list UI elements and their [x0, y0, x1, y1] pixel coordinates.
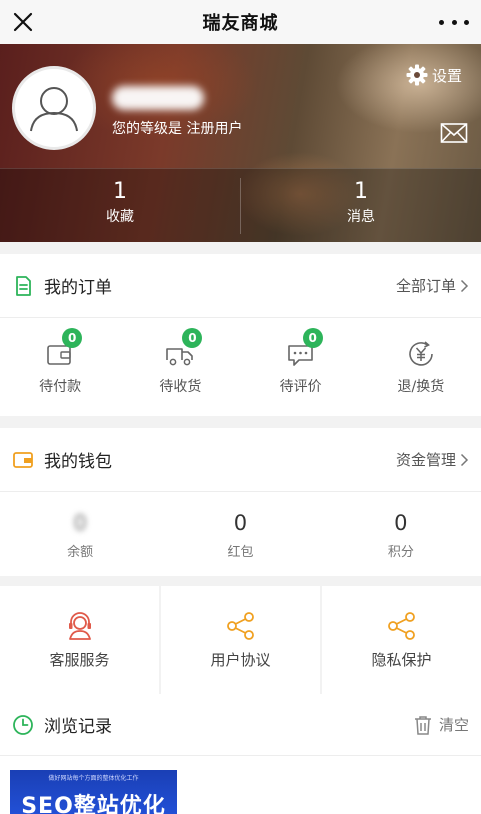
pending-review-label: 待评价 [279, 379, 322, 395]
wallet-title: 我的钱包 [44, 452, 112, 472]
red-packet-stat[interactable]: 0 红包 [160, 492, 320, 576]
more-menu-icon[interactable] [439, 10, 469, 34]
wallet-stats-row: 0 余额 0 红包 0 积分 [0, 492, 481, 576]
avatar[interactable] [12, 66, 96, 150]
refund-exchange-label: 退/换货 [397, 379, 445, 395]
customer-service-icon [68, 611, 91, 640]
trash-icon [414, 715, 431, 735]
points-stat[interactable]: 0 积分 [321, 492, 481, 576]
favorites-label: 收藏 [106, 209, 134, 225]
order-pending-review[interactable]: 0 待评价 [241, 318, 361, 416]
favorites-count: 1 [113, 179, 127, 204]
favorites-stat[interactable]: 1 收藏 [0, 178, 240, 228]
chevron-right-icon [460, 279, 469, 292]
red-packet-value: 0 [233, 510, 248, 535]
pending-receipt-label: 待收货 [159, 379, 202, 395]
thumbnail-caption: 做好网站每个方面的整体优化工作 [48, 775, 139, 782]
history-item-thumbnail[interactable]: 做好网站每个方面的整体优化工作 SEO整站优化 [10, 770, 177, 814]
close-icon[interactable] [8, 7, 38, 37]
top-bar: 瑞友商城 [0, 0, 481, 44]
services-card: 客服服务 用户协议 隐私保护 [0, 586, 481, 694]
balance-stat[interactable]: 0 余额 [0, 492, 160, 576]
services-row: 客服服务 用户协议 隐私保护 [0, 586, 481, 694]
orders-header: 我的订单 全部订单 [0, 254, 481, 318]
balance-value: 0 [73, 510, 87, 535]
all-orders-label: 全部订单 [395, 277, 456, 295]
share-icon [226, 611, 254, 640]
pending-payment-label: 待付款 [39, 379, 82, 395]
wallet-header: 我的钱包 资金管理 [0, 428, 481, 492]
chevron-right-icon [460, 453, 469, 466]
order-pending-payment[interactable]: 0 待付款 [0, 318, 120, 416]
user-level: 您的等级是 注册用户 [112, 121, 243, 137]
order-pending-receipt[interactable]: 0 待收货 [120, 318, 240, 416]
profile-header: 您的等级是 注册用户 设置 1 收藏 1 消息 [0, 44, 481, 242]
user-agreement-label: 用户协议 [210, 650, 271, 669]
messages-label: 消息 [347, 209, 375, 225]
clear-history-label: 清空 [438, 716, 469, 734]
clock-icon [13, 714, 33, 735]
orders-title: 我的订单 [44, 278, 112, 298]
order-list-icon [16, 275, 31, 296]
privacy-protection-button[interactable]: 隐私保护 [322, 586, 481, 694]
order-refund-exchange[interactable]: 退/换货 [361, 318, 481, 416]
points-label: 积分 [387, 544, 414, 560]
pending-receipt-badge: 0 [182, 328, 203, 348]
wallet-icon [13, 451, 33, 468]
customer-service-button[interactable]: 客服服务 [0, 586, 161, 694]
pending-payment-badge: 0 [62, 328, 83, 348]
fund-management-link[interactable]: 资金管理 [396, 449, 469, 470]
page-title: 瑞友商城 [202, 13, 279, 34]
settings-label: 设置 [432, 66, 463, 85]
privacy-protection-label: 隐私保护 [371, 650, 432, 669]
mail-icon[interactable] [440, 122, 468, 144]
messages-stat[interactable]: 1 消息 [241, 178, 481, 228]
order-status-row: 0 待付款 0 待收货 0 待评价 退/换货 [0, 318, 481, 416]
fund-management-label: 资金管理 [395, 451, 456, 469]
user-icon [30, 87, 78, 132]
settings-button[interactable]: 设置 [406, 64, 462, 86]
history-header: 浏览记录 清空 [0, 694, 481, 756]
thumbnail-title: SEO整站优化 [21, 794, 166, 814]
username-redacted [112, 86, 204, 110]
history-title: 浏览记录 [44, 717, 112, 737]
customer-service-label: 客服服务 [49, 650, 110, 669]
all-orders-link[interactable]: 全部订单 [396, 275, 469, 296]
messages-count: 1 [354, 179, 368, 204]
yen-refund-icon [409, 341, 433, 366]
share-icon [387, 611, 415, 640]
user-agreement-button[interactable]: 用户协议 [161, 586, 322, 694]
balance-label: 余额 [67, 544, 94, 560]
orders-card: 我的订单 全部订单 0 待付款 0 待收货 0 待评价 退/换货 [0, 254, 481, 416]
points-value: 0 [394, 510, 408, 535]
gear-icon [406, 64, 428, 86]
red-packet-label: 红包 [227, 544, 254, 560]
wallet-card: 我的钱包 资金管理 0 余额 0 红包 0 积分 [0, 428, 481, 576]
clear-history-button[interactable]: 清空 [413, 714, 469, 735]
pending-review-badge: 0 [302, 328, 323, 348]
